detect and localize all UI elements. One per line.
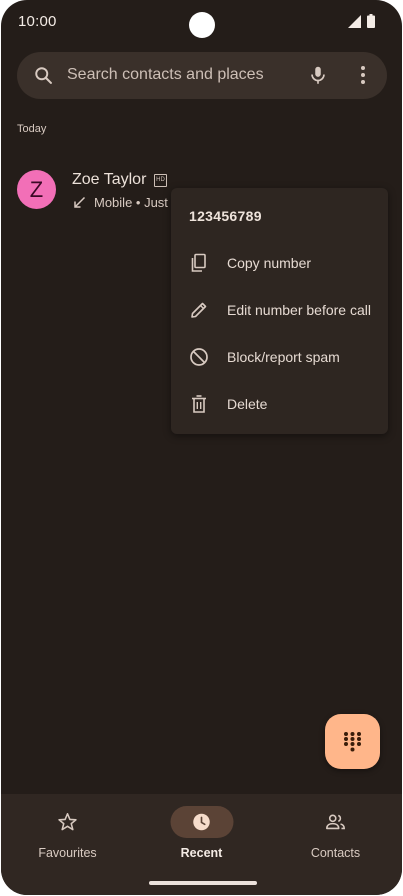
- trash-icon: [192, 395, 206, 413]
- nav-icon-container: [36, 806, 99, 838]
- nav-item-recent[interactable]: Recent: [135, 794, 268, 874]
- menu-item-label: Copy number: [227, 255, 312, 271]
- search-input[interactable]: Search contacts and places: [67, 66, 264, 84]
- search-icon: [35, 67, 52, 84]
- block-icon: [190, 348, 208, 366]
- hd-call-icon: HD: [154, 174, 167, 187]
- cellular-signal-icon: [348, 15, 361, 28]
- nav-icon-container: [304, 806, 367, 838]
- status-bar: 10:00: [1, 0, 402, 44]
- nav-item-favourites[interactable]: Favourites: [1, 794, 134, 874]
- microphone-icon[interactable]: [307, 64, 329, 86]
- menu-item-label: Edit number before call: [227, 302, 371, 318]
- home-indicator[interactable]: [149, 881, 257, 885]
- clock-icon: [192, 813, 210, 831]
- incoming-call-arrow-icon: [74, 196, 86, 208]
- dialpad-button[interactable]: [325, 714, 380, 769]
- bottom-navigation: Favourites Recent Contacts: [1, 794, 402, 895]
- menu-item-copy-number[interactable]: Copy number: [171, 240, 388, 286]
- battery-icon: [367, 14, 375, 28]
- front-camera: [189, 12, 215, 38]
- nav-icon-container-active: [170, 806, 233, 838]
- avatar[interactable]: Z: [17, 170, 56, 209]
- menu-item-block-spam[interactable]: Block/report spam: [171, 334, 388, 380]
- nav-label: Recent: [180, 846, 223, 860]
- phone-screen: 10:00 Search contacts and places Today Z…: [1, 0, 402, 895]
- section-header-today: Today: [17, 123, 47, 135]
- menu-title-number: 123456789: [189, 208, 262, 224]
- contact-name: Zoe Taylor: [72, 171, 147, 188]
- pencil-icon: [191, 302, 207, 318]
- menu-item-edit-number[interactable]: Edit number before call: [171, 287, 388, 333]
- more-vertical-icon[interactable]: [353, 64, 373, 86]
- nav-item-contacts[interactable]: Contacts: [269, 794, 402, 874]
- menu-item-delete[interactable]: Delete: [171, 381, 388, 427]
- status-time: 10:00: [18, 13, 57, 30]
- nav-label: Contacts: [310, 846, 361, 860]
- call-context-menu: 123456789 Copy number Edit number before…: [171, 188, 388, 434]
- menu-item-label: Block/report spam: [227, 349, 340, 365]
- menu-item-label: Delete: [227, 396, 268, 412]
- copy-icon: [191, 253, 206, 272]
- search-bar[interactable]: Search contacts and places: [17, 52, 387, 99]
- call-detail: Mobile • Just: [94, 195, 168, 210]
- people-icon: [325, 814, 345, 830]
- nav-label: Favourites: [38, 846, 97, 860]
- star-icon: [57, 812, 77, 831]
- dialpad-icon: [344, 732, 361, 752]
